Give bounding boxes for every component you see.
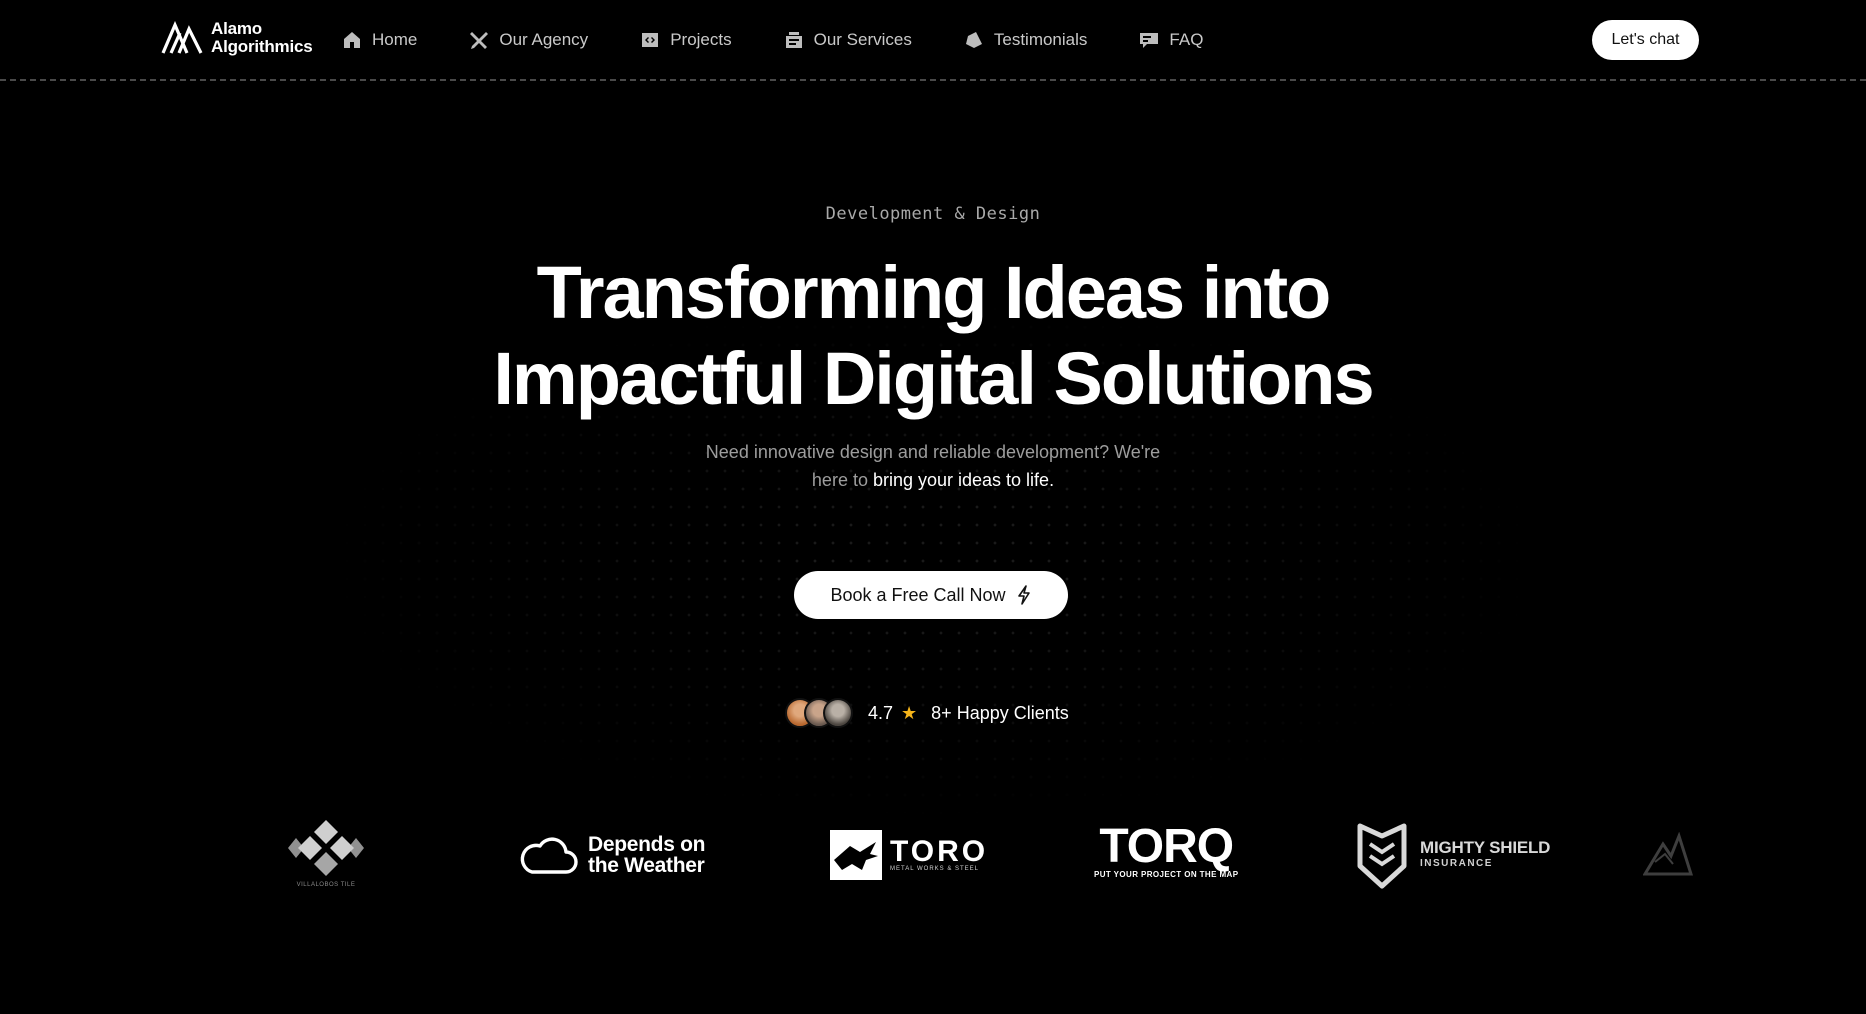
torq-sub: PUT YOUR PROJECT ON THE MAP xyxy=(1094,870,1239,879)
headline-line1: Transforming Ideas into xyxy=(536,251,1332,334)
torq-name: TORQ xyxy=(1099,820,1234,873)
brand-name-line2: Algorithmics xyxy=(211,37,313,56)
testimonial-icon xyxy=(965,32,982,48)
main-nav: Home Our Agency Projects Our Services Te… xyxy=(342,26,1255,54)
villalobos-diamond-icon xyxy=(288,820,364,876)
toro-text-block: TORO METAL WORKS & STEEL xyxy=(890,835,989,873)
mountain-logo xyxy=(1643,832,1693,876)
shield-name: MIGHTY SHIELD xyxy=(1420,838,1551,857)
rating-value: 4.7 xyxy=(868,702,894,723)
toro-sub: METAL WORKS & STEEL xyxy=(890,866,980,872)
faq-icon xyxy=(1140,33,1159,48)
subtitle-line2: here to bring your ideas to life. xyxy=(0,466,1866,494)
shield-text-block: MIGHTY SHIELD INSURANCE xyxy=(1420,838,1551,872)
lets-chat-button[interactable]: Let's chat xyxy=(1592,20,1699,60)
home-icon xyxy=(344,32,360,48)
happy-clients-count: 8+ Happy Clients xyxy=(931,702,1069,723)
top-navbar: Alamo Algorithmics Home Our Agency Proje… xyxy=(0,0,1866,81)
services-icon xyxy=(785,32,802,48)
subtitle-prefix: here to xyxy=(811,470,873,490)
depends-on-weather-logo: Depends on the Weather xyxy=(518,834,705,876)
brand-name-line1: Alamo xyxy=(211,19,262,38)
hero-subtitle: Need innovative design and reliable deve… xyxy=(0,438,1866,494)
nav-item-label: Home xyxy=(372,30,418,49)
tools-icon xyxy=(470,32,489,49)
lightning-icon xyxy=(1017,585,1030,605)
hero-headline: Transforming Ideas into Impactful Digita… xyxy=(0,250,1866,422)
nav-item-our-services[interactable]: Our Services xyxy=(784,26,912,54)
nav-item-projects[interactable]: Projects xyxy=(640,26,732,54)
client-avatars xyxy=(785,698,853,728)
toro-logo: TORO METAL WORKS & STEEL xyxy=(830,830,988,880)
nav-item-our-agency[interactable]: Our Agency xyxy=(469,26,588,54)
toro-name: TORO xyxy=(890,835,989,868)
nav-item-label: Our Services xyxy=(813,30,912,49)
nav-item-label: Projects xyxy=(670,30,732,49)
rating: 4.7 ★ xyxy=(868,703,917,724)
nav-item-label: Our Agency xyxy=(499,30,589,49)
client-logos-strip: VILLALOBOS TILE Depends on the Weather T… xyxy=(0,810,1866,900)
weather-line2: the Weather xyxy=(588,854,705,877)
headline-line2: Impactful Digital Solutions xyxy=(493,337,1374,420)
weather-text: Depends on the Weather xyxy=(588,834,705,876)
villalobos-tile-logo: VILLALOBOS TILE xyxy=(284,818,368,888)
book-call-label: Book a Free Call Now xyxy=(830,584,1006,605)
mighty-shield-logo: MIGHTY SHIELD INSURANCE xyxy=(1356,822,1550,890)
mountain-icon xyxy=(1643,832,1693,876)
nav-item-home[interactable]: Home xyxy=(342,26,417,54)
torq-logo: TORQ PUT YOUR PROJECT ON THE MAP xyxy=(1094,820,1239,880)
star-icon: ★ xyxy=(901,702,918,723)
brand-logo[interactable]: Alamo Algorithmics xyxy=(161,20,313,56)
shield-icon xyxy=(1357,823,1407,889)
subtitle-emphasis: bring your ideas to life. xyxy=(872,470,1055,490)
social-proof: 4.7 ★ 8+ Happy Clients xyxy=(785,698,1069,728)
toro-bull-icon xyxy=(830,830,882,880)
alamo-logo-icon xyxy=(161,21,203,54)
shield-sub: INSURANCE xyxy=(1420,858,1493,869)
nav-item-faq[interactable]: FAQ xyxy=(1139,26,1203,54)
villalobos-caption: VILLALOBOS TILE xyxy=(296,882,356,888)
nav-item-label: FAQ xyxy=(1169,30,1204,49)
book-call-button[interactable]: Book a Free Call Now xyxy=(794,571,1068,619)
brand-name: Alamo Algorithmics xyxy=(211,20,313,56)
nav-item-label: Testimonials xyxy=(993,30,1088,49)
code-icon xyxy=(642,33,659,47)
hero-eyebrow: Development & Design xyxy=(825,204,1041,224)
page: Alamo Algorithmics Home Our Agency Proje… xyxy=(0,0,1866,1014)
avatar xyxy=(823,698,853,728)
weather-line1: Depends on xyxy=(588,833,706,856)
subtitle-line1: Need innovative design and reliable deve… xyxy=(705,442,1161,462)
cloud-icon xyxy=(520,837,578,874)
nav-item-testimonials[interactable]: Testimonials xyxy=(964,26,1088,54)
